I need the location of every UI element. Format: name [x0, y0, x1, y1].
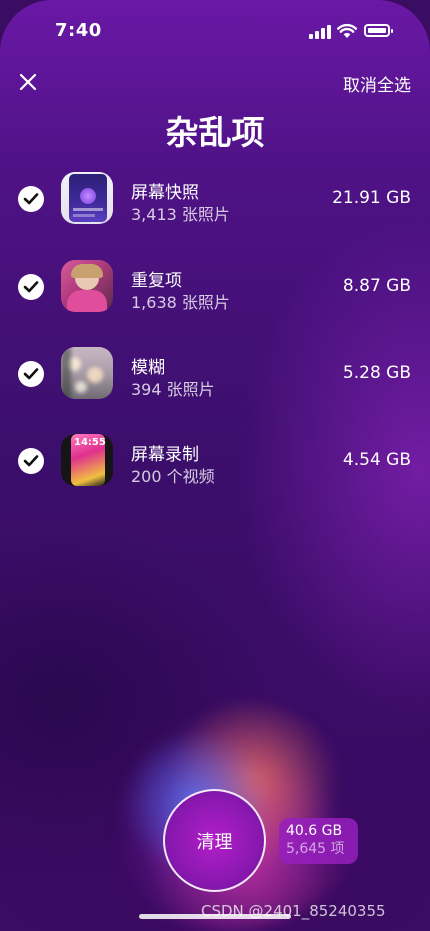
list-item-screen-recordings[interactable]: 14:55 屏幕录制 200 个视频 4.54 GB	[0, 434, 430, 490]
item-count: 1,638 张照片	[131, 293, 230, 312]
watermark: CSDN @2401_85240355	[201, 902, 386, 920]
clean-button-label: 清理	[196, 831, 233, 853]
screenshot-thumbnail	[61, 172, 113, 224]
list-item-screenshots[interactable]: 屏幕快照 3,413 张照片 21.91 GB	[0, 172, 430, 228]
status-time: 7:40	[55, 20, 102, 41]
close-icon[interactable]	[16, 70, 40, 94]
checkbox-checked-icon[interactable]	[18, 361, 44, 387]
cellular-signal-icon	[309, 25, 331, 39]
item-name: 重复项	[131, 271, 182, 291]
status-bar: 7:40	[0, 0, 430, 60]
thumb-clock: 14:55	[74, 437, 106, 448]
blurry-photo-thumbnail	[61, 347, 113, 399]
list-item-blurry[interactable]: 模糊 394 张照片 5.28 GB	[0, 347, 430, 403]
item-size: 21.91 GB	[332, 188, 411, 208]
checkbox-checked-icon[interactable]	[18, 186, 44, 212]
item-count: 394 张照片	[131, 380, 215, 399]
screen: 7:40 取消全选 杂乱项 屏幕快照 3,413 张照片 21.91 GB 重复…	[0, 0, 430, 931]
item-size: 8.87 GB	[342, 276, 411, 296]
list-item-duplicates[interactable]: 重复项 1,638 张照片 8.87 GB	[0, 260, 430, 316]
screen-recording-thumbnail: 14:55	[61, 434, 113, 486]
item-count: 200 个视频	[131, 467, 215, 486]
deselect-all-button[interactable]: 取消全选	[343, 71, 411, 96]
summary-total-size: 40.6 GB	[286, 823, 343, 839]
item-name: 屏幕录制	[131, 445, 199, 465]
duplicate-photo-thumbnail	[61, 260, 113, 312]
item-name: 屏幕快照	[131, 183, 199, 203]
item-size: 5.28 GB	[342, 363, 411, 383]
checkbox-checked-icon[interactable]	[18, 448, 44, 474]
cleanup-summary-badge: 40.6 GB 5,645 项	[279, 818, 358, 864]
item-count: 3,413 张照片	[131, 205, 230, 224]
page-title: 杂乱项	[165, 113, 265, 152]
clean-button[interactable]: 清理	[163, 789, 266, 892]
summary-total-items: 5,645 项	[286, 841, 345, 857]
wifi-icon	[337, 23, 357, 38]
item-name: 模糊	[131, 358, 165, 378]
battery-icon	[364, 24, 393, 37]
item-size: 4.54 GB	[342, 450, 411, 470]
checkbox-checked-icon[interactable]	[18, 274, 44, 300]
